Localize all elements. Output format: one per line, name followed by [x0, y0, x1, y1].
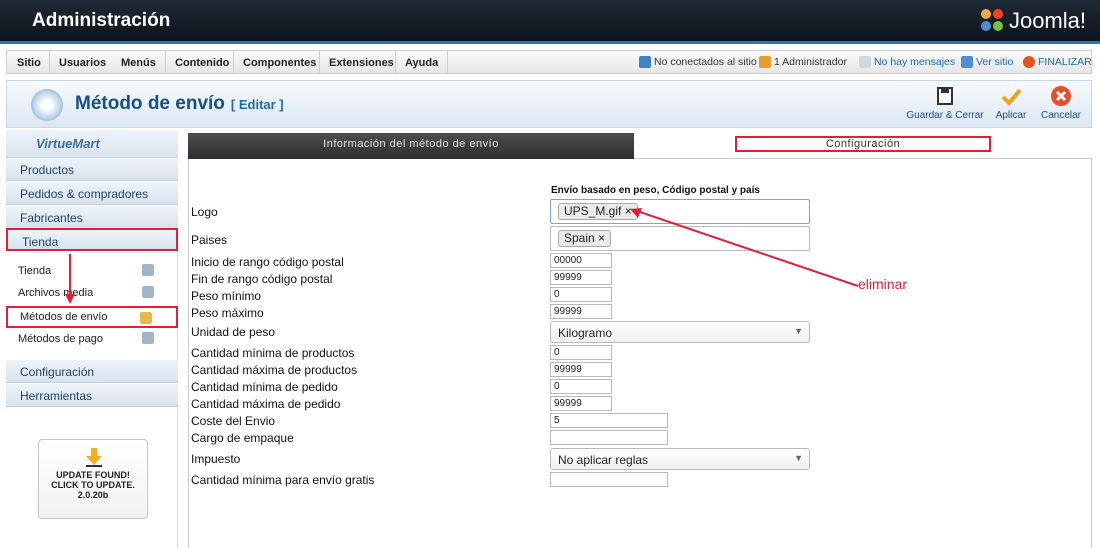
save-close-button[interactable]: Guardar & Cerrar [905, 85, 985, 121]
sidebar-item-metodos-pago[interactable]: Métodos de pago [6, 328, 178, 350]
main-menu: Sitio Usuarios Menús Contenido Component… [6, 50, 1092, 74]
page-title: Método de envío[ Editar ] [75, 93, 284, 114]
page-toolbar: Método de envío[ Editar ] Guardar & Cerr… [6, 80, 1092, 128]
joomla-brand: Joomla! [980, 8, 1086, 34]
logout-link[interactable]: FINALIZAR [1023, 56, 1092, 68]
menu-contenido[interactable]: Contenido [175, 57, 229, 69]
sidebar-item-tienda[interactable]: Tienda [6, 260, 178, 282]
menu-ayuda[interactable]: Ayuda [405, 57, 438, 69]
tax-select[interactable]: No aplicar reglas ▼ [550, 448, 810, 470]
virtuemart-icon [31, 89, 63, 121]
zip-end-input[interactable]: 99999 [550, 270, 612, 285]
label-qty-min: Cantidad mínima de productos [191, 346, 355, 360]
mail-icon [859, 56, 871, 68]
store-icon [142, 264, 154, 276]
packing-input[interactable] [550, 430, 668, 445]
label-packing: Cargo de empaque [191, 431, 294, 445]
label-qty-max: Cantidad máxima de productos [191, 363, 358, 377]
save-icon [937, 87, 953, 105]
annotation-eliminar: eliminar [858, 276, 908, 292]
truck-icon [140, 312, 152, 324]
logout-icon [1023, 56, 1035, 68]
label-tax: Impuesto [191, 452, 241, 466]
order-min-input[interactable]: 0 [550, 379, 612, 394]
tab-bar: Información del método de envío Configur… [188, 133, 1092, 159]
annotation-arrow-icon [630, 208, 859, 287]
sidebar-section-fabricantes[interactable]: Fabricantes [6, 206, 178, 229]
weight-max-input[interactable]: 99999 [550, 304, 612, 319]
sidebar: VirtueMart Productos Pedidos & comprador… [6, 130, 178, 548]
sidebar-section-tienda[interactable]: Tienda [6, 228, 178, 251]
sidebar-section-configuracion[interactable]: Configuración [6, 360, 178, 383]
cost-input[interactable]: 5 [550, 413, 668, 428]
menu-usuarios[interactable]: Usuarios [59, 57, 106, 69]
menu-sitio[interactable]: Sitio [17, 57, 41, 69]
admins-status: 1 Administrador [759, 56, 847, 68]
update-notice[interactable]: UPDATE FOUND! CLICK TO UPDATE. 2.0.20b [38, 439, 148, 519]
admin-user-icon [759, 56, 771, 68]
payment-icon [142, 332, 154, 344]
visitors-status: No conectados al sitio [639, 56, 757, 68]
weight-min-input[interactable]: 0 [550, 287, 612, 302]
label-zip-start: Inicio de rango código postal [191, 255, 344, 269]
menu-extensiones[interactable]: Extensiones [329, 57, 394, 69]
tab-informacion[interactable]: Información del método de envío [188, 133, 634, 159]
label-weight-min: Peso mínimo [191, 289, 262, 303]
label-order-max: Cantidad máxima de pedido [191, 397, 341, 411]
joomla-logo-icon [980, 9, 1005, 33]
chevron-down-icon: ▼ [794, 326, 803, 336]
chevron-down-icon: ▼ [794, 453, 803, 463]
label-zip-end: Fin de rango código postal [191, 272, 333, 286]
qty-max-input[interactable]: 99999 [550, 362, 612, 377]
users-icon [639, 56, 651, 68]
form-heading: Envío basado en peso, Código postal y pa… [551, 185, 760, 196]
sidebar-section-productos[interactable]: Productos [6, 158, 178, 181]
view-site-link[interactable]: Ver sitio [961, 56, 1013, 68]
cancel-icon [1051, 86, 1071, 106]
sidebar-section-herramientas[interactable]: Herramientas [6, 384, 178, 407]
checkmark-icon [1001, 88, 1022, 106]
admin-header: Administración Joomla! [0, 0, 1100, 44]
menu-menus[interactable]: Menús [121, 57, 156, 69]
virtuemart-logo: VirtueMart [6, 130, 178, 158]
label-free-min: Cantidad mínima para envío gratis [191, 473, 375, 487]
tab-configuracion[interactable]: Configuración [634, 133, 1092, 159]
monitor-icon [961, 56, 973, 68]
remove-chip-icon[interactable]: × [598, 231, 605, 245]
apply-button[interactable]: Aplicar [993, 85, 1029, 121]
order-max-input[interactable]: 99999 [550, 396, 612, 411]
sidebar-item-archivos-media[interactable]: Archivos media [6, 282, 178, 304]
label-paises: Paises [191, 233, 228, 247]
messages-link[interactable]: No hay mensajes [859, 56, 955, 68]
cancel-button[interactable]: Cancelar [1037, 85, 1085, 121]
download-arrow-icon [86, 448, 102, 467]
sidebar-section-pedidos[interactable]: Pedidos & compradores [6, 182, 178, 205]
country-chip: Spain × [558, 230, 612, 247]
label-weight-unit: Unidad de peso [191, 325, 276, 339]
label-cost: Coste del Envio [191, 414, 276, 428]
menu-componentes[interactable]: Componentes [243, 57, 316, 69]
weight-unit-select[interactable]: Kilogramo ▼ [550, 321, 810, 343]
label-weight-max: Peso máximo [191, 306, 264, 320]
sidebar-item-metodos-envio[interactable]: Métodos de envío [6, 306, 178, 328]
joomla-wordmark: Joomla! [1008, 8, 1086, 33]
zip-start-input[interactable]: 00000 [550, 253, 612, 268]
free-min-input[interactable] [550, 472, 668, 487]
label-logo: Logo [191, 205, 218, 219]
qty-min-input[interactable]: 0 [550, 345, 612, 360]
label-order-min: Cantidad mínima de pedido [191, 380, 338, 394]
annotation-arrow-down-icon [65, 254, 75, 304]
media-icon [142, 286, 154, 298]
admin-title: Administración [32, 10, 171, 31]
